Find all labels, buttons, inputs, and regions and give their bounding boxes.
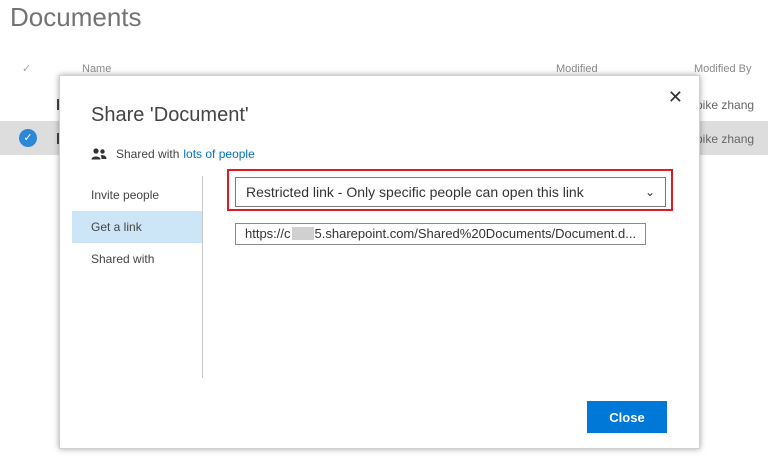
redaction-block bbox=[291, 227, 314, 240]
checkmark-icon[interactable]: ✓ bbox=[19, 129, 37, 147]
share-nav: Invite people Get a link Shared with bbox=[72, 179, 202, 275]
link-type-dropdown[interactable]: Restricted link - Only specific people c… bbox=[235, 177, 666, 207]
nav-item-get-a-link[interactable]: Get a link bbox=[72, 211, 202, 243]
shared-with-link[interactable]: lots of people bbox=[183, 147, 254, 161]
shared-with-summary: Shared with lots of people bbox=[91, 147, 255, 161]
nav-item-invite-people[interactable]: Invite people bbox=[72, 179, 202, 211]
nav-item-shared-with[interactable]: Shared with bbox=[72, 243, 202, 275]
library-title: Documents bbox=[10, 2, 142, 32]
close-icon[interactable]: ✕ bbox=[668, 88, 683, 106]
link-url-field[interactable]: https://c 5.sharepoint.com/Shared%20Docum… bbox=[235, 223, 646, 245]
people-icon bbox=[91, 148, 107, 160]
nav-divider bbox=[202, 176, 203, 378]
shared-with-label: Shared with bbox=[116, 147, 180, 161]
link-type-value: Restricted link - Only specific people c… bbox=[246, 184, 584, 200]
column-name[interactable]: Name bbox=[82, 63, 111, 75]
url-prefix: https://c bbox=[245, 226, 291, 241]
close-button[interactable]: Close bbox=[587, 401, 667, 433]
chevron-down-icon: ⌄ bbox=[644, 185, 655, 199]
column-modified[interactable]: Modified bbox=[556, 63, 598, 75]
share-dialog: ✕ Share 'Document' Shared with lots of p… bbox=[59, 75, 700, 449]
row-modified-by: pike zhang bbox=[696, 98, 755, 112]
dialog-title: Share 'Document' bbox=[91, 104, 249, 126]
row-modified-by: pike zhang bbox=[696, 132, 755, 146]
select-all-checkmark-icon[interactable]: ✓ bbox=[22, 62, 31, 75]
url-suffix: 5.sharepoint.com/Shared%20Documents/Docu… bbox=[314, 226, 637, 241]
column-modified-by[interactable]: Modified By bbox=[694, 63, 751, 75]
